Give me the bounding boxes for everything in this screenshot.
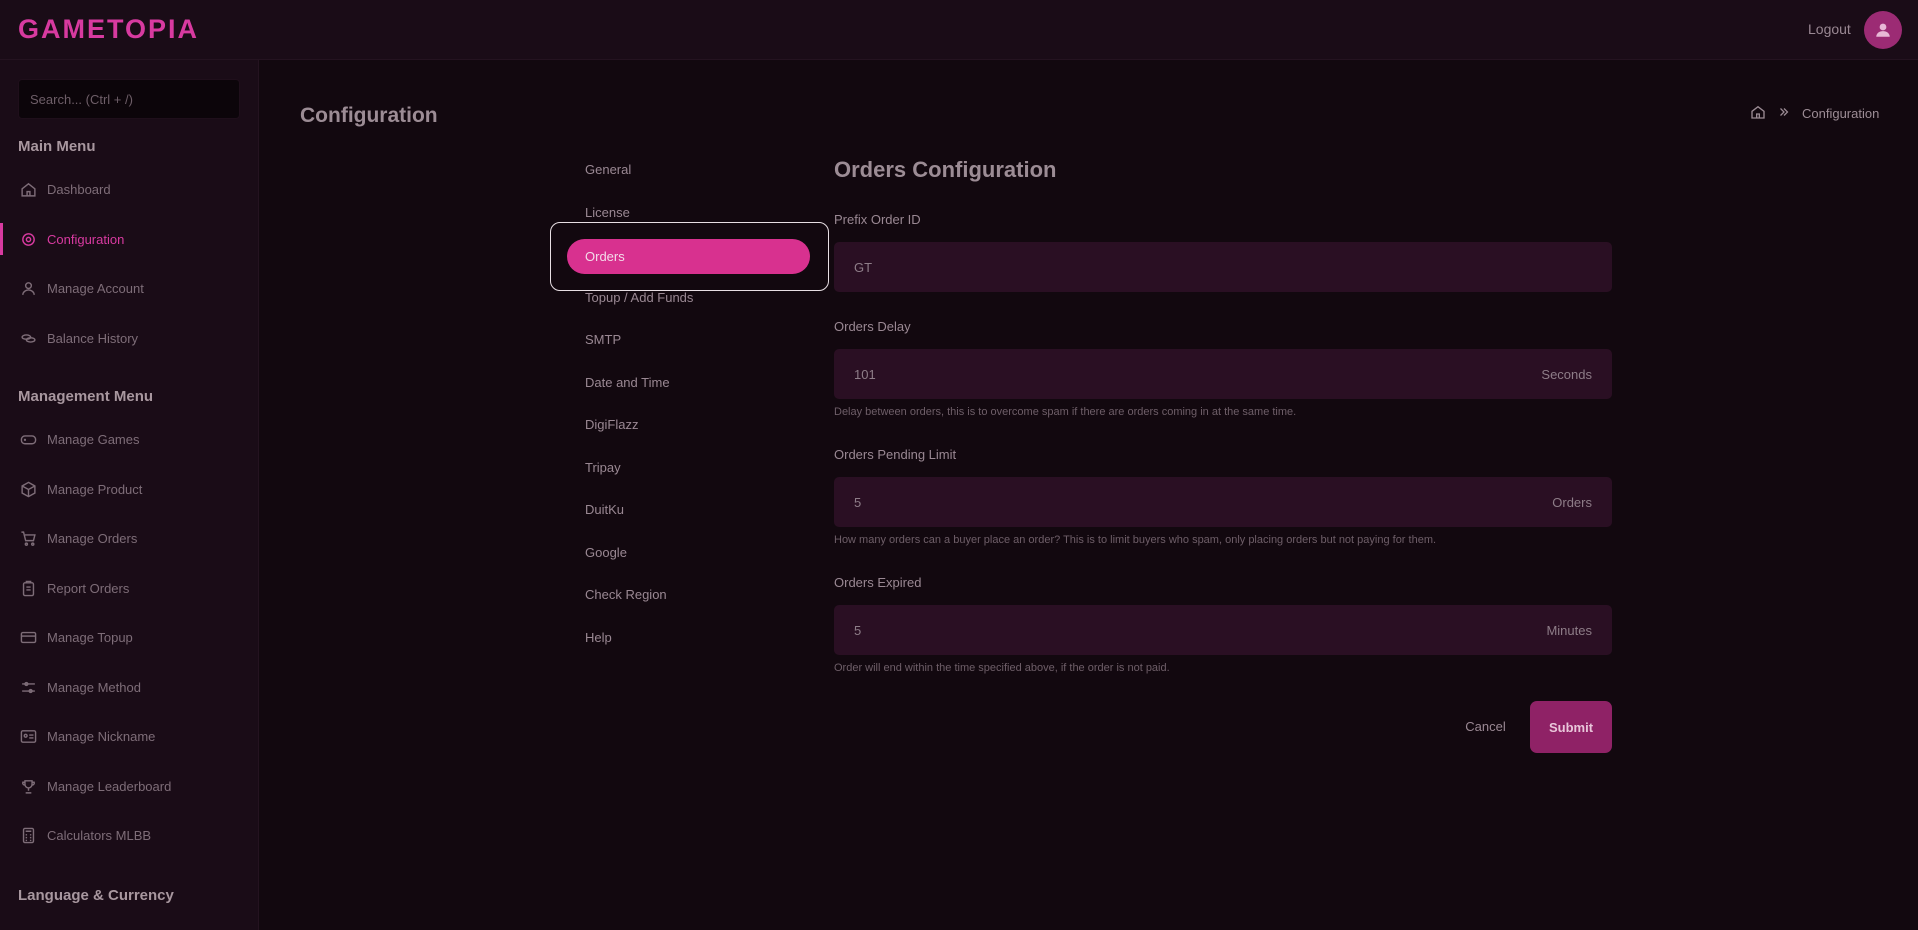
breadcrumb: Configuration — [1750, 104, 1879, 123]
sliders-icon — [18, 677, 38, 697]
clipboard-icon — [18, 578, 38, 598]
prefix-order-id-label: Prefix Order ID — [834, 212, 921, 227]
box-icon — [18, 479, 38, 499]
config-nav-date-time[interactable]: Date and Time — [585, 375, 670, 390]
config-nav-topup[interactable]: Topup / Add Funds — [585, 290, 693, 305]
config-nav-google[interactable]: Google — [585, 545, 627, 560]
orders-delay-unit: Seconds — [1541, 366, 1592, 382]
sidebar-item-calculators-mlbb[interactable]: Calculators MLBB — [0, 815, 258, 855]
orders-delay-field: Seconds — [834, 349, 1612, 399]
config-nav-smtp[interactable]: SMTP — [585, 332, 621, 347]
submit-button[interactable]: Submit — [1530, 701, 1612, 753]
page-title: Configuration — [300, 104, 438, 127]
orders-pending-limit-unit: Orders — [1552, 494, 1592, 510]
sidebar-item-manage-nickname[interactable]: Manage Nickname — [0, 716, 258, 756]
orders-pending-limit-field: Orders — [834, 477, 1612, 527]
sidebar-item-label: Manage Nickname — [47, 728, 156, 744]
cart-icon — [18, 528, 38, 548]
orders-delay-label: Orders Delay — [834, 319, 911, 334]
orders-expired-label: Orders Expired — [834, 575, 922, 590]
orders-pending-limit-hint: How many orders can a buyer place an ord… — [834, 534, 1437, 546]
sidebar-item-label: Manage Orders — [47, 530, 138, 546]
cancel-button[interactable]: Cancel — [1448, 701, 1523, 751]
search-input[interactable] — [18, 79, 240, 119]
sidebar-item-label: Manage Leaderboard — [47, 778, 172, 794]
config-nav-check-region[interactable]: Check Region — [585, 587, 667, 602]
sidebar-item-manage-product[interactable]: Manage Product — [0, 469, 258, 509]
home-icon — [18, 179, 38, 199]
prefix-order-id-field — [834, 242, 1612, 292]
sidebar-item-label: Manage Account — [47, 280, 144, 296]
sidebar-item-report-orders[interactable]: Report Orders — [0, 568, 258, 608]
config-nav-digiflazz[interactable]: DigiFlazz — [585, 417, 638, 432]
orders-delay-hint: Delay between orders, this is to overcom… — [834, 406, 1297, 418]
sidebar-item-dashboard[interactable]: Dashboard — [0, 169, 258, 209]
sidebar-item-label: Configuration — [47, 231, 125, 247]
orders-pending-limit-label: Orders Pending Limit — [834, 447, 957, 462]
config-nav-general[interactable]: General — [585, 162, 631, 177]
sidebar-item-manage-topup[interactable]: Manage Topup — [0, 617, 258, 657]
orders-expired-unit: Minutes — [1546, 622, 1592, 638]
sidebar-item-label: Balance History — [47, 330, 139, 346]
prefix-order-id-input[interactable] — [854, 259, 1592, 275]
orders-delay-input[interactable] — [854, 366, 1542, 382]
sidebar-item-label: Manage Method — [47, 679, 141, 695]
sidebar-item-manage-account[interactable]: Manage Account — [0, 268, 258, 308]
sidebar-item-balance-history[interactable]: Balance History — [0, 318, 258, 358]
config-nav-tripay[interactable]: Tripay — [585, 460, 621, 475]
sidebar-item-label: Calculators MLBB — [47, 827, 152, 843]
sidebar-item-label: Report Orders — [47, 580, 130, 596]
section-title: Orders Configuration — [834, 157, 1057, 182]
sidebar-item-label: Manage Topup — [47, 629, 133, 645]
coins-icon — [18, 328, 38, 348]
sidebar-item-manage-method[interactable]: Manage Method — [0, 667, 258, 707]
user-icon — [1876, 23, 1890, 37]
config-nav-duitku[interactable]: DuitKu — [585, 502, 624, 517]
sidebar-item-label: Dashboard — [47, 181, 111, 197]
sidebar-item-label: Manage Games — [47, 431, 140, 447]
trophy-icon — [18, 776, 38, 796]
config-nav-license[interactable]: License — [585, 205, 630, 220]
top-bar: GAMETOPIA Logout — [0, 0, 1918, 60]
logout-link[interactable]: Logout — [1808, 21, 1851, 37]
main-menu-heading: Main Menu — [18, 138, 96, 155]
sidebar-item-label: Manage Product — [47, 481, 143, 497]
orders-expired-input[interactable] — [854, 622, 1547, 638]
sidebar-item-manage-games[interactable]: Manage Games — [0, 419, 258, 459]
home-icon[interactable] — [1750, 104, 1766, 123]
orders-expired-hint: Order will end within the time specified… — [834, 662, 1170, 674]
orders-expired-field: Minutes — [834, 605, 1612, 655]
app-logo[interactable]: GAMETOPIA — [18, 14, 199, 45]
language-currency-heading: Language & Currency — [18, 887, 174, 904]
calculator-icon — [18, 825, 38, 845]
config-nav-orders[interactable]: Orders — [567, 239, 810, 274]
card-icon — [18, 627, 38, 647]
sidebar-item-manage-orders[interactable]: Manage Orders — [0, 518, 258, 558]
management-menu-heading: Management Menu — [18, 388, 154, 405]
sidebar-item-manage-leaderboard[interactable]: Manage Leaderboard — [0, 766, 258, 806]
double-chevron-right-icon — [1778, 106, 1790, 121]
config-nav-help[interactable]: Help — [585, 630, 612, 645]
sidebar: Main Menu Dashboard Configuration Manage… — [0, 60, 259, 930]
sidebar-item-configuration[interactable]: Configuration — [0, 219, 258, 259]
orders-pending-limit-input[interactable] — [854, 494, 1553, 510]
user-icon — [18, 278, 38, 298]
gear-icon — [18, 229, 38, 249]
breadcrumb-current: Configuration — [1802, 106, 1880, 121]
user-avatar[interactable] — [1864, 11, 1902, 49]
id-card-icon — [18, 726, 38, 746]
gamepad-icon — [18, 429, 38, 449]
